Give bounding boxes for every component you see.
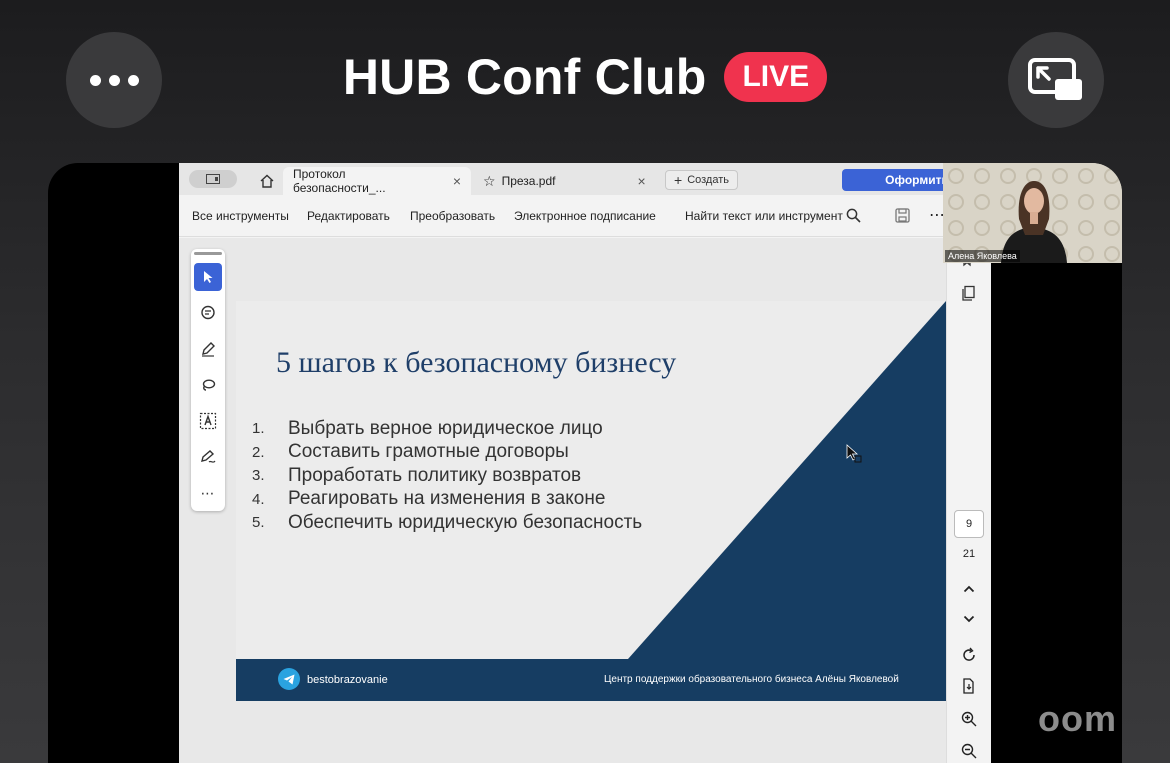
menu-edit[interactable]: Редактировать [307,209,390,223]
pen-icon [202,342,215,357]
rotate-icon[interactable] [958,644,980,666]
menu-all-tools[interactable]: Все инструменты [192,209,289,223]
tab-preza[interactable]: ☆ Преза.pdf × [473,167,659,195]
cursor-arrow-icon [204,271,213,283]
search-tools-input[interactable]: Найти текст или инструмент [685,209,843,223]
drag-handle[interactable] [194,252,222,255]
star-icon[interactable]: ☆ [483,173,496,190]
create-label: Создать [687,174,729,186]
footer-handle: bestobrazovanie [307,674,388,686]
tab-protocol[interactable]: Протокол безопасности_... × [283,167,471,195]
more-tools-button[interactable]: ⋯ [194,479,222,507]
live-badge: LIVE [724,52,828,102]
zoom-watermark: oom [1038,698,1117,739]
text-tool-button[interactable] [194,407,222,435]
stream-title: HUB Conf Club [342,49,707,105]
document-export-icon[interactable] [958,675,980,697]
page-number-input[interactable]: 9 [954,510,984,538]
tab-bar: Протокол безопасности_... × ☆ Преза.pdf … [179,163,992,195]
footer-caption: Центр поддержки образовательного бизнеса… [604,674,899,685]
chevron-down-icon[interactable] [958,608,980,630]
close-icon[interactable]: × [637,173,645,189]
home-icon [260,174,274,188]
menu-bar: Все инструменты Редактировать Преобразов… [179,195,991,237]
select-tool-button[interactable] [194,263,222,291]
slide-title: 5 шагов к безопасному бизнесу [276,346,677,379]
slide-page: 5 шагов к безопасному бизнесу 1. Выбрать … [236,301,946,701]
slide-footer: bestobrazovanie Центр поддержки образова… [236,659,946,701]
pages-icon[interactable] [958,282,980,304]
home-tab[interactable] [249,167,285,195]
menu-esign[interactable]: Электронное подписание [514,209,656,223]
sidebar-toggle[interactable] [189,170,237,188]
list-item: 2. Составить грамотные договоры [252,441,569,463]
list-item: 3. Проработать политику возвратов [252,464,582,486]
draw-tool-button[interactable] [194,371,222,399]
comment-tool-button[interactable] [194,299,222,327]
speaker-video-frame [943,163,1122,263]
quick-tools-bar: ⋯ [191,249,225,511]
picture-in-picture-button[interactable] [1008,32,1104,128]
more-icon: ⋯ [200,484,216,501]
shared-screen-acrobat: Протокол безопасности_... × ☆ Преза.pdf … [179,163,992,763]
close-icon[interactable]: × [453,173,461,189]
speaker-name: Алена Яковлева [945,250,1020,262]
zoom-in-icon[interactable] [958,708,980,730]
comment-icon [201,305,215,320]
stream-video: Протокол безопасности_... × ☆ Преза.pdf … [48,163,1122,763]
search-icon[interactable] [846,208,861,223]
list-item: 4. Реагировать на изменения в законе [252,488,606,510]
highlight-tool-button[interactable] [194,335,222,363]
lasso-icon [202,379,216,391]
panel-icon [206,174,220,184]
mouse-cursor-icon [846,444,862,463]
tab-label: Преза.pdf [501,174,556,188]
stream-header: HUB Conf Club LIVE [0,48,1170,106]
steps-list: 1. Выбрать верное юридическое лицо 2. Сост… [252,417,642,535]
signature-pen-icon [200,450,215,463]
tab-label: Протокол безопасности_... [293,167,386,195]
list-item: 1. Выбрать верное юридическое лицо [252,417,603,439]
plus-icon: + [674,172,683,188]
text-box-icon [199,412,217,430]
list-item: 5. Обеспечить юридическую безопасность [252,511,643,533]
save-icon[interactable] [895,208,910,223]
menu-convert[interactable]: Преобразовать [410,209,495,223]
sign-tool-button[interactable] [194,443,222,471]
telegram-icon [278,668,300,690]
page-total: 21 [962,548,976,560]
create-tab-button[interactable]: + Создать [665,170,738,190]
picture-in-picture-icon [1028,58,1082,100]
speaker-webcam[interactable]: Алена Яковлева [943,163,1122,263]
zoom-out-icon[interactable] [958,740,980,762]
right-panel-rail: 9 21 [946,238,991,763]
chevron-up-icon[interactable] [958,578,980,600]
